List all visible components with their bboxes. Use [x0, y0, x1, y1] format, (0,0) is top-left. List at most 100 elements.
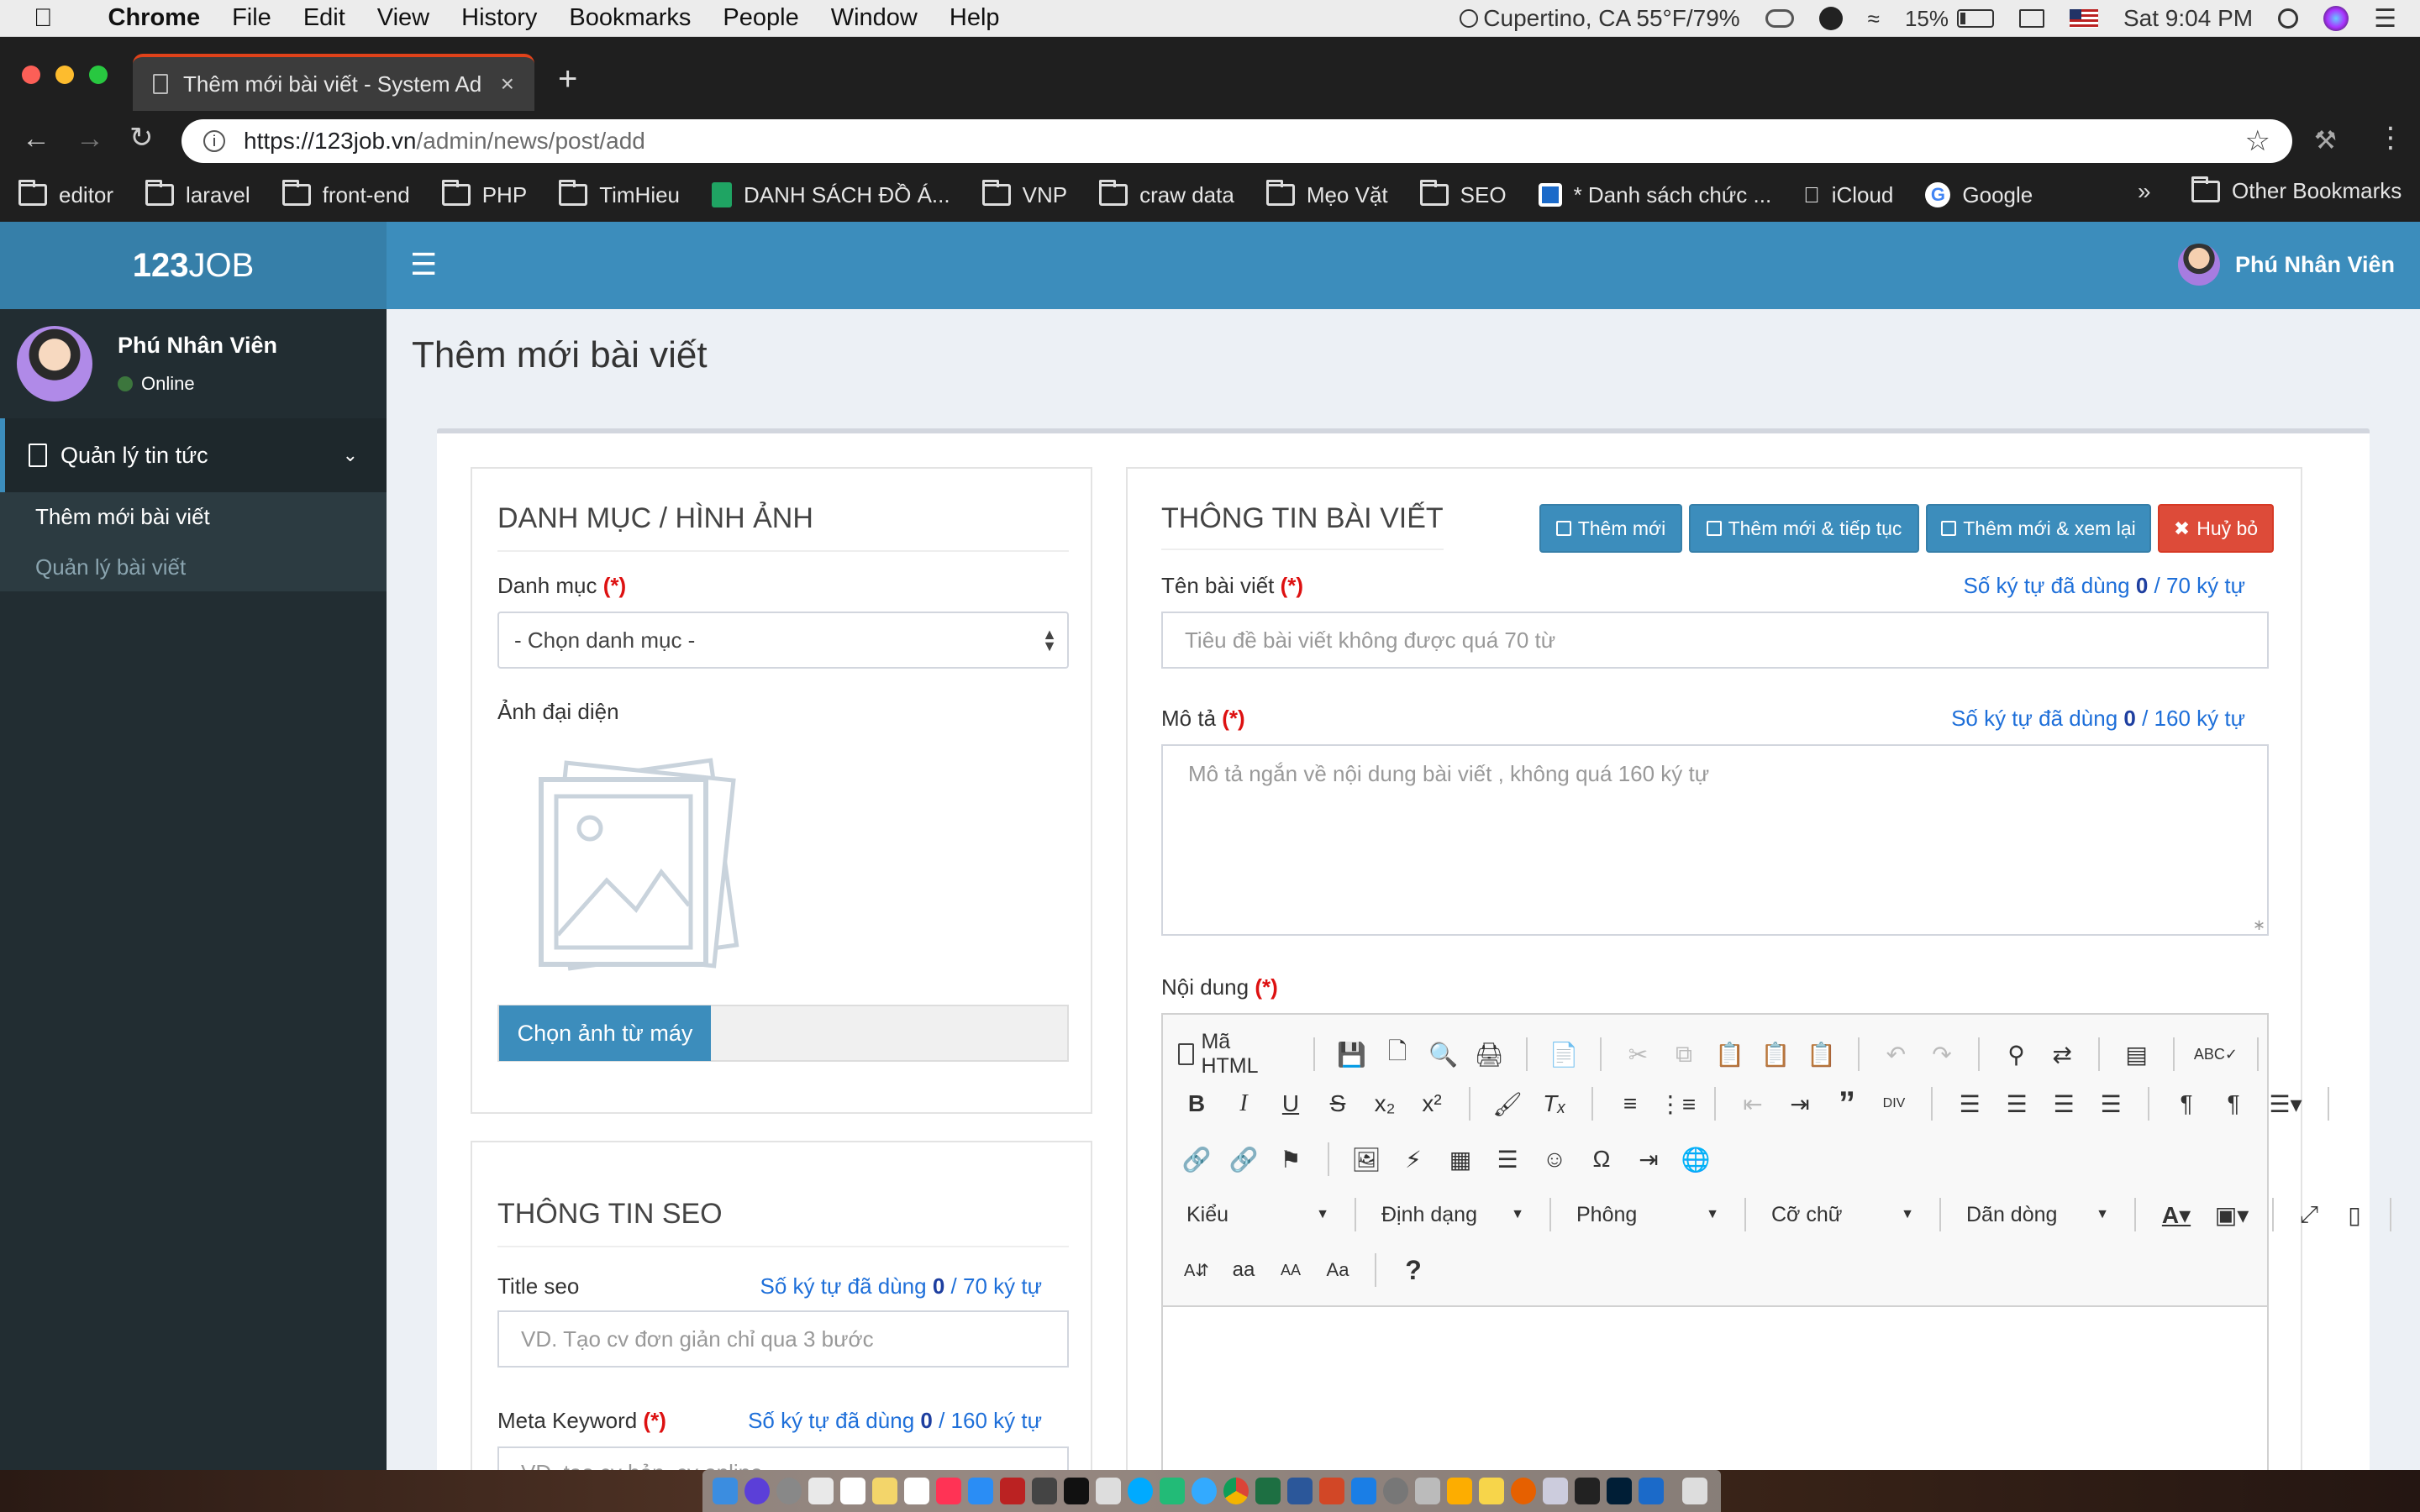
sidebar-toggle-icon[interactable]: ☰ — [410, 247, 437, 282]
apple-icon[interactable]:  — [34, 4, 53, 33]
print-icon[interactable]: 🖨 — [1471, 1036, 1507, 1073]
bookmark-meo-vat[interactable]: Mẹo Vặt — [1265, 180, 1388, 208]
redo-icon[interactable]: ↷ — [1924, 1036, 1960, 1073]
align-center-icon[interactable]: ☰ — [1998, 1085, 2035, 1122]
copy-icon[interactable]: ⧉ — [1666, 1036, 1702, 1073]
iframe-globe-icon[interactable]: 🌐 — [1677, 1141, 1714, 1178]
language-icon[interactable]: ☰▾ — [2262, 1085, 2309, 1122]
superscript-icon[interactable]: x² — [1413, 1085, 1450, 1122]
bookmark-danh-sach-do-an[interactable]: DANH SÁCH ĐỒ Á... — [712, 182, 950, 208]
menu-history[interactable]: History — [461, 4, 537, 32]
notification-center-icon[interactable]: ☰ — [2374, 4, 2396, 34]
bookmark-craw-data[interactable]: craw data — [1099, 180, 1234, 208]
launchpad-icon[interactable] — [776, 1478, 802, 1504]
header-user-menu[interactable]: Phú Nhân Viên — [2177, 244, 2395, 286]
image-placeholder-icon[interactable] — [523, 754, 741, 981]
description-textarea[interactable]: Mô tả ngắn về nội dung bài viết , không … — [1161, 744, 2269, 936]
archive-icon[interactable] — [1415, 1478, 1440, 1504]
wifi-icon[interactable]: ≈ — [1868, 6, 1880, 32]
xcode-icon[interactable] — [1351, 1478, 1376, 1504]
subscript-icon[interactable]: x₂ — [1366, 1085, 1403, 1122]
underline-icon[interactable]: U — [1272, 1085, 1309, 1122]
bookmark-icloud[interactable]: iCloud — [1803, 182, 1893, 208]
new-page-icon[interactable]: 🗋 — [1380, 1036, 1416, 1073]
link-icon[interactable]: 🔗 — [1178, 1141, 1215, 1178]
forward-icon[interactable]: → — [76, 123, 104, 155]
notes-yellow-icon[interactable] — [1479, 1478, 1504, 1504]
unlink-icon[interactable]: 🔗 — [1225, 1141, 1262, 1178]
sketch-icon[interactable] — [1447, 1478, 1472, 1504]
bulleted-list-icon[interactable]: ⋮≡ — [1659, 1085, 1696, 1122]
quicktime-icon[interactable] — [1639, 1478, 1664, 1504]
align-right-icon[interactable]: ☰ — [2045, 1085, 2082, 1122]
back-icon[interactable]: ← — [22, 123, 50, 155]
calendar-icon[interactable] — [840, 1478, 865, 1504]
text-color-icon[interactable]: A▾ — [2153, 1196, 2200, 1233]
browser-tab[interactable]: Thêm mới bài viết - System Ad × — [133, 54, 534, 111]
system-prefs-icon[interactable] — [1383, 1478, 1408, 1504]
notes-icon[interactable] — [872, 1478, 897, 1504]
firefox-icon[interactable] — [1511, 1478, 1536, 1504]
special-char-icon[interactable]: Ω — [1583, 1141, 1620, 1178]
strikethrough-icon[interactable]: S — [1319, 1085, 1356, 1122]
trash-icon[interactable] — [1682, 1478, 1707, 1504]
menu-edit[interactable]: Edit — [303, 4, 345, 32]
add-continue-button[interactable]: Thêm mới & tiếp tục — [1689, 504, 1919, 553]
select-all-icon[interactable]: ▤ — [2118, 1036, 2154, 1073]
format-combo[interactable]: Định dạng ▼ — [1373, 1203, 1533, 1227]
photos-icon[interactable] — [808, 1478, 834, 1504]
menu-app-name[interactable]: Chrome — [108, 4, 201, 32]
sublime-icon[interactable] — [1032, 1478, 1057, 1504]
sidebar-item-news-management[interactable]: Quản lý tin tức ⌄ — [0, 418, 387, 492]
preview-icon[interactable]: 🔍 — [1425, 1036, 1461, 1073]
other-bookmarks[interactable]: Other Bookmarks — [2191, 176, 2402, 204]
spotlight-icon[interactable] — [2278, 8, 2299, 29]
sidebar-subitem-manage-posts[interactable]: Quản lý bài viết — [35, 554, 186, 580]
uppercase-icon[interactable]: AA — [1272, 1252, 1309, 1289]
menu-bookmarks[interactable]: Bookmarks — [569, 4, 691, 32]
justify-icon[interactable]: ☰ — [2092, 1085, 2129, 1122]
category-select[interactable]: - Chọn danh mục - ▲ ▼ — [497, 612, 1069, 669]
cut-icon[interactable]: ✂ — [1620, 1036, 1656, 1073]
page-break-icon[interactable]: ⇥ — [1630, 1141, 1667, 1178]
siri-icon[interactable] — [744, 1478, 770, 1504]
smiley-icon[interactable]: ☺ — [1536, 1141, 1573, 1178]
bookmark-timhieu[interactable]: TimHieu — [559, 180, 680, 208]
italic-icon[interactable]: I — [1225, 1085, 1262, 1122]
image-icon[interactable]: 🖼 — [1348, 1141, 1385, 1178]
battery-icon[interactable] — [1957, 9, 1994, 28]
bookmark-danh-sach-chuc[interactable]: * Danh sách chức ... — [1538, 182, 1771, 208]
bookmark-editor[interactable]: editor — [18, 180, 113, 208]
show-blocks-icon[interactable]: ▯ — [2336, 1196, 2373, 1233]
remove-format-icon[interactable]: Tₓ — [1536, 1085, 1573, 1122]
window-zoom-button[interactable] — [89, 66, 108, 84]
skype-icon[interactable] — [1128, 1478, 1153, 1504]
messenger-icon[interactable] — [1818, 7, 1843, 30]
sequel-pro-icon[interactable] — [1096, 1478, 1121, 1504]
clock-text[interactable]: Sat 9:04 PM — [2123, 5, 2253, 32]
numbered-list-icon[interactable]: ≡ — [1612, 1085, 1649, 1122]
excel-icon[interactable] — [1255, 1478, 1281, 1504]
airplay-icon[interactable] — [2019, 9, 2044, 28]
new-tab-button[interactable]: + — [558, 60, 577, 98]
horizontal-line-icon[interactable]: ☰ — [1489, 1141, 1526, 1178]
background-color-icon[interactable]: ▣▾ — [2208, 1196, 2255, 1233]
filezilla-icon[interactable] — [1000, 1478, 1025, 1504]
flag-us-icon[interactable] — [2070, 9, 2098, 28]
menu-window[interactable]: Window — [831, 4, 918, 32]
find-icon[interactable]: ⚲ — [1998, 1036, 2034, 1073]
reload-icon[interactable]: ↻ — [129, 121, 154, 155]
window-minimize-button[interactable] — [55, 66, 74, 84]
bookmark-php[interactable]: PHP — [441, 180, 527, 208]
powerpoint-icon[interactable] — [1319, 1478, 1344, 1504]
menu-view[interactable]: View — [377, 4, 429, 32]
safari-icon[interactable] — [1192, 1478, 1217, 1504]
bookmarks-overflow-chevron[interactable]: » — [2138, 178, 2151, 205]
tab-close-icon[interactable]: × — [501, 71, 514, 97]
siri-icon[interactable] — [2323, 6, 2349, 31]
lowercase-icon[interactable]: aa — [1225, 1252, 1262, 1289]
add-button[interactable]: Thêm mới — [1539, 504, 1682, 553]
source-html-button[interactable]: Mã HTML — [1178, 1030, 1290, 1079]
text-direction-ltr-icon[interactable]: ¶ — [2168, 1085, 2205, 1122]
spellcheck-icon[interactable]: ABC✓ — [2193, 1036, 2238, 1073]
